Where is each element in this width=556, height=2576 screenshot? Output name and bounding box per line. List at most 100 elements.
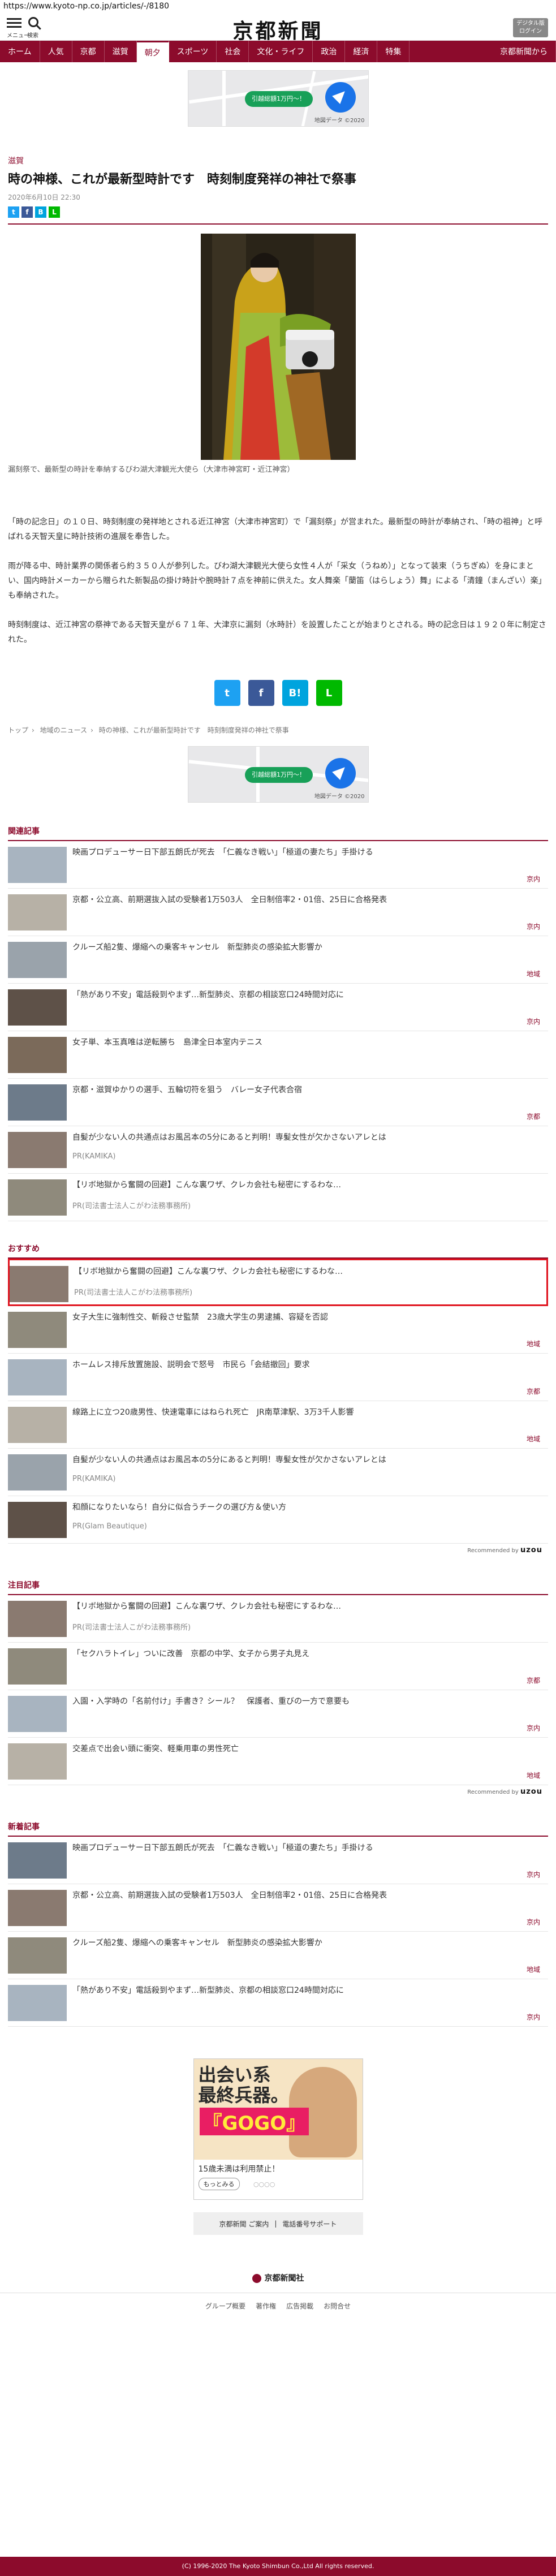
facebook-icon[interactable]: f [21,206,33,218]
news-thumbnail[interactable] [8,1084,67,1121]
ad-pill-label[interactable]: 引越総額1万円〜！ [244,767,313,783]
news-thumbnail[interactable] [8,1648,67,1685]
news-region-tag[interactable]: 地域 [527,969,540,979]
news-item[interactable]: 女子大生に強制性交、斬殺させ監禁 23歳大学生の男逮捕、容疑を否認地域 [8,1306,548,1354]
footer-nav-item[interactable]: グループ概要 [205,2301,245,2311]
news-title[interactable]: 【リボ地獄から奮闘の回避】こんな裏ワザ、クレカ会社も秘密にするわな… [72,1601,548,1612]
footer-logo[interactable]: 京都新聞社 [0,2272,556,2284]
breadcrumb-item[interactable]: 地域のニュース [40,726,87,734]
news-region-tag[interactable]: 京内 [527,1723,540,1733]
news-title[interactable]: クルーズ船2隻、爆縮への乗客キャンセル 新型肺炎の感染拡大影響か [72,942,548,953]
news-title[interactable]: 自髪が少ない人の共通点はお風呂本の5分にあると判明！専髪女性が欠かさないアレとは [72,1454,548,1466]
top-ad[interactable]: 引越総額1万円〜！ 地図データ ©2020 [0,70,556,127]
news-thumbnail[interactable] [8,1601,67,1637]
news-item[interactable]: 京都・公立高、前期選抜入試の受験者1万503人 全日制倍率2・01倍、25日に合… [8,1884,548,1932]
recommended-by[interactable]: Recommended by uzou [8,1785,548,1798]
news-item[interactable]: 映画プロデューサー日下部五朗氏が死去 「仁義なき戦い」「極道の妻たち」手掛ける京… [8,841,548,889]
news-region-tag[interactable]: 地域 [527,1771,540,1780]
footer-nav-item[interactable]: 著作権 [256,2301,276,2311]
hatena-icon[interactable]: B! [282,680,308,706]
middle-ad[interactable]: 引越総額1万円〜！ 地図データ ©2020 [0,746,556,803]
news-item[interactable]: 京都・滋賀ゆかりの選手、五輪切符を狙う バレー女子代表合宿京都 [8,1079,548,1126]
article-photo[interactable] [200,234,356,460]
news-title[interactable]: 女子大生に強制性交、斬殺させ監禁 23歳大学生の男逮捕、容疑を否認 [72,1312,548,1323]
news-title[interactable]: 京都・公立高、前期選抜入試の受験者1万503人 全日制倍率2・01倍、25日に合… [72,1890,548,1901]
news-item[interactable]: 映画プロデューサー日下部五朗氏が死去 「仁義なき戦い」「極道の妻たち」手掛ける京… [8,1837,548,1884]
news-item[interactable]: 和顔になりたいなら！自分に似合うチークの選び方＆使い方 PR(Glam Beaut… [8,1496,548,1544]
digital-login-button[interactable]: デジタル版 ログイン [513,18,548,37]
news-region-tag[interactable]: 京都 [527,1675,540,1685]
news-region-tag[interactable]: 地域 [527,1965,540,1974]
hatena-icon[interactable]: B [35,206,46,218]
news-thumbnail[interactable] [8,894,67,931]
news-title[interactable]: 和顔になりたいなら！自分に似合うチークの選び方＆使い方 [72,1502,548,1513]
news-region-tag[interactable]: 地域 [527,1339,540,1349]
news-region-tag[interactable]: 京都 [527,1112,540,1121]
news-item[interactable]: 「熱があり不安」電話殺到やまず…新型肺炎、京都の相談窓口24時間対応に京内 [8,984,548,1031]
footer-link[interactable]: 京都新聞 ご案内 [219,2219,269,2229]
news-item[interactable]: クルーズ船2隻、爆縮への乗客キャンセル 新型肺炎の感染拡大影響か地域 [8,1932,548,1979]
news-title[interactable]: 「セクハラトイレ」ついに改善 京都の中学、女子から男子丸見え [72,1648,548,1660]
site-logo[interactable]: 京都新聞 [0,15,556,44]
news-title[interactable]: 京都・公立高、前期選抜入試の受験者1万503人 全日制倍率2・01倍、25日に合… [72,894,548,906]
news-thumbnail[interactable] [8,847,67,883]
news-thumbnail[interactable] [8,1985,67,2021]
news-title[interactable]: ホームレス排斥放置施設、説明会で怒号 市民ら「会結撤回」要求 [72,1359,548,1371]
news-item[interactable]: 入園・入学時の「名前付け」手書き？シール？ 保護者、重びの一方で意要も京内 [8,1690,548,1738]
news-item[interactable]: 京都・公立高、前期選抜入試の受験者1万503人 全日制倍率2・01倍、25日に合… [8,889,548,936]
news-thumbnail[interactable] [8,1407,67,1443]
footer-nav-item[interactable]: 広告掲載 [286,2301,313,2311]
news-item[interactable]: ホームレス排斥放置施設、説明会で怒号 市民ら「会結撤回」要求 京都 [8,1354,548,1401]
line-icon[interactable]: L [316,680,342,706]
news-title[interactable]: クルーズ船2隻、爆縮への乗客キャンセル 新型肺炎の感染拡大影響か [72,1937,548,1949]
news-thumbnail[interactable] [8,1179,67,1216]
news-region-tag[interactable]: 京内 [527,2012,540,2022]
news-region-tag[interactable]: 京内 [527,921,540,931]
news-item[interactable]: 【リボ地獄から奮闘の回避】こんな裏ワザ、クレカ会社も秘密にするわな… PR(司法書… [8,1174,548,1221]
line-icon[interactable]: L [49,206,60,218]
twitter-icon[interactable]: t [214,680,240,706]
news-item[interactable]: 女子単、本玉真唯は逆転勝ち 島津全日本室内テニス [8,1031,548,1079]
news-thumbnail[interactable] [8,989,67,1026]
news-thumbnail[interactable] [8,1312,67,1348]
news-item[interactable]: 交差点で出会い頭に衝突、軽乗用車の男性死亡地域 [8,1738,548,1785]
news-item[interactable]: 線路上に立つ20歳男性、快速電車にはねられ死亡 JR南草津駅、3万3千人影響地域 [8,1401,548,1449]
news-thumbnail[interactable] [8,1890,67,1926]
news-region-tag[interactable]: 京内 [527,1016,540,1026]
news-item[interactable]: 自髪が少ない人の共通点はお風呂本の5分にあると判明！専髪女性が欠かさないアレとは… [8,1449,548,1496]
news-thumbnail[interactable] [8,1132,67,1168]
news-title[interactable]: 【リボ地獄から奮闘の回避】こんな裏ワザ、クレカ会社も秘密にするわな… [74,1266,546,1277]
news-thumbnail[interactable] [8,1502,67,1538]
news-item[interactable]: 【リボ地獄から奮闘の回避】こんな裏ワザ、クレカ会社も秘密にするわな… PR(司法書… [8,1595,548,1643]
navigation-icon[interactable] [325,758,356,789]
news-item[interactable]: 「セクハラトイレ」ついに改善 京都の中学、女子から男子丸見え京都 [8,1643,548,1690]
news-thumbnail[interactable] [8,1037,67,1073]
news-region-tag[interactable]: 京内 [527,874,540,884]
news-title[interactable]: 京都・滋賀ゆかりの選手、五輪切符を狙う バレー女子代表合宿 [72,1084,548,1096]
facebook-icon[interactable]: f [248,680,274,706]
breadcrumb-item[interactable]: トップ [8,726,28,734]
news-title[interactable]: 【リボ地獄から奮闘の回避】こんな裏ワザ、クレカ会社も秘密にするわな… [72,1179,548,1191]
news-title[interactable]: 女子単、本玉真唯は逆転勝ち 島津全日本室内テニス [72,1037,548,1048]
news-title[interactable]: 線路上に立つ20歳男性、快速電車にはねられ死亡 JR南草津駅、3万3千人影響 [72,1407,548,1418]
ad-more-button[interactable]: もっとみる [198,2178,240,2190]
news-title[interactable]: 入園・入学時の「名前付け」手書き？シール？ 保護者、重びの一方で意要も [72,1696,548,1707]
news-region-tag[interactable]: 地域 [527,1434,540,1444]
news-title[interactable]: 自髪が少ない人の共通点はお風呂本の5分にあると判明！専髪女性が欠かさないアレとは [72,1132,548,1143]
footer-link[interactable]: 電話番号サポート [282,2219,337,2229]
news-title[interactable]: 交差点で出会い頭に衝突、軽乗用車の男性死亡 [72,1743,548,1755]
news-title[interactable]: 「熱があり不安」電話殺到やまず…新型肺炎、京都の相談窓口24時間対応に [72,1985,548,1996]
news-title[interactable]: 映画プロデューサー日下部五朗氏が死去 「仁義なき戦い」「極道の妻たち」手掛ける [72,847,548,858]
news-thumbnail[interactable] [8,942,67,978]
news-title[interactable]: 映画プロデューサー日下部五朗氏が死去 「仁義なき戦い」「極道の妻たち」手掛ける [72,1842,548,1854]
news-thumbnail[interactable] [8,1696,67,1732]
news-thumbnail[interactable] [8,1842,67,1879]
news-item[interactable]: クルーズ船2隻、爆縮への乗客キャンセル 新型肺炎の感染拡大影響か地域 [8,936,548,984]
twitter-icon[interactable]: t [8,206,19,218]
news-region-tag[interactable]: 京内 [527,1917,540,1927]
news-thumbnail[interactable] [10,1266,68,1302]
ad-pill-label[interactable]: 引越総額1万円〜！ [244,91,313,107]
news-title[interactable]: 「熱があり不安」電話殺到やまず…新型肺炎、京都の相談窓口24時間対応に [72,989,548,1001]
url-bar[interactable]: https://www.kyoto-np.co.jp/articles/-/81… [0,0,556,12]
navigation-icon[interactable] [325,82,356,113]
